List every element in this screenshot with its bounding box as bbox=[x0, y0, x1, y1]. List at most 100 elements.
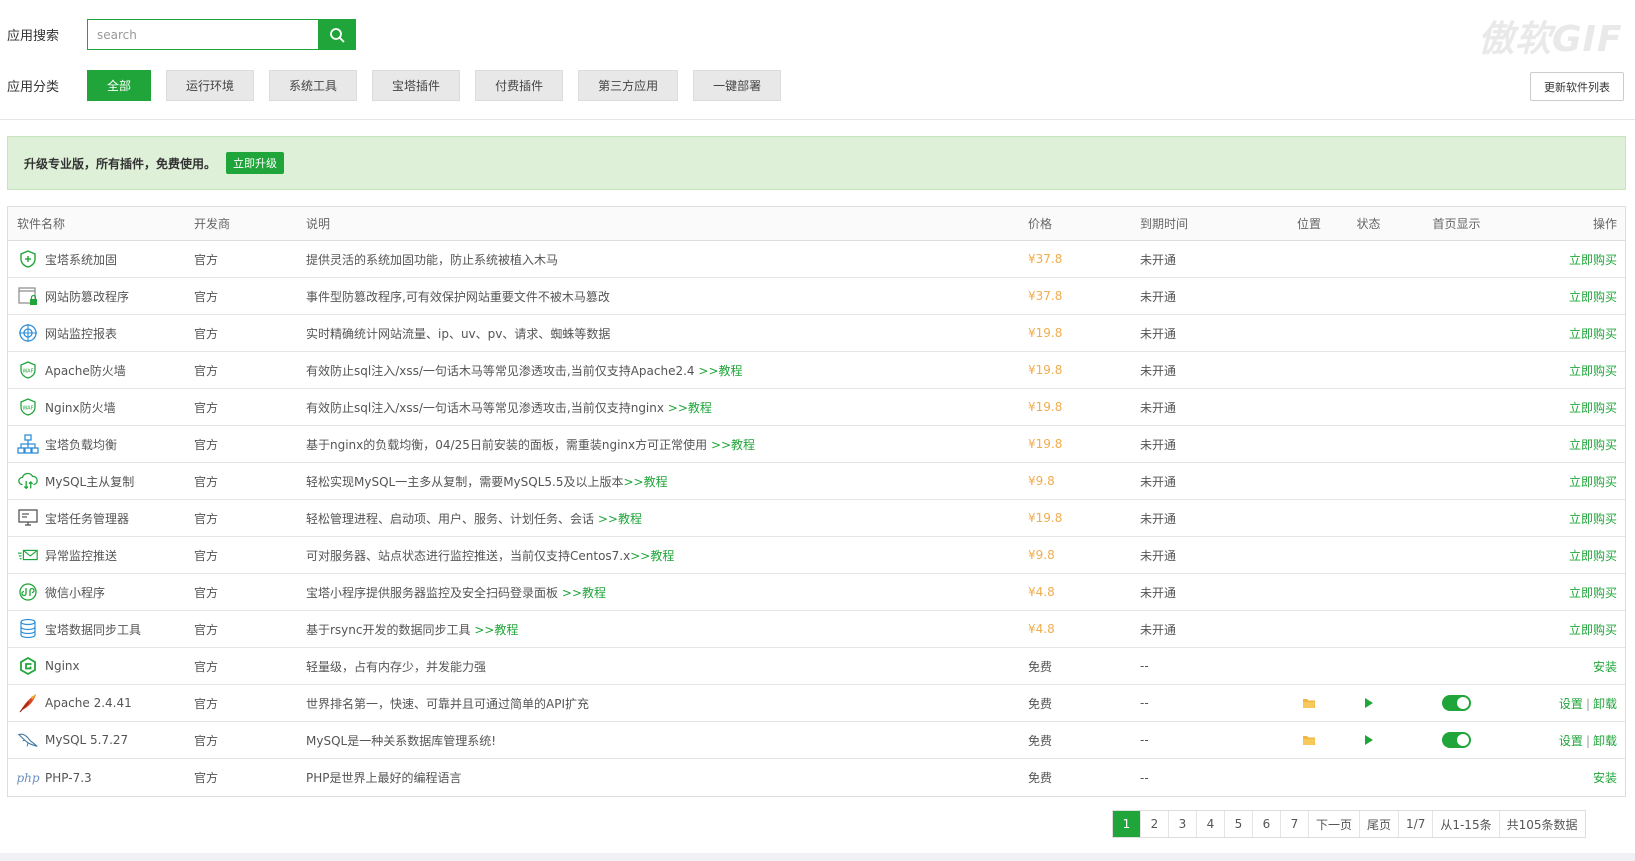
description: 轻量级，占有内存少，并发能力强 bbox=[306, 659, 487, 674]
table-row: Apache 2.4.41 官方 世界排名第一，快速、可靠并且可通过简单的API扩充… bbox=[8, 685, 1625, 722]
price: ¥19.8 bbox=[1028, 400, 1063, 414]
play-icon[interactable] bbox=[1364, 734, 1374, 746]
tutorial-link[interactable]: >>教程 bbox=[624, 475, 668, 489]
price: ¥9.8 bbox=[1028, 548, 1055, 562]
operation-link[interactable]: 设置 bbox=[1559, 697, 1583, 711]
price: ¥4.8 bbox=[1028, 622, 1055, 636]
description-cell: 基于rsync开发的数据同步工具 >>教程 bbox=[306, 621, 1028, 638]
watermark: 傲软GIF bbox=[1478, 19, 1623, 60]
send-mail-icon bbox=[17, 544, 39, 566]
tutorial-link[interactable]: >>教程 bbox=[711, 438, 755, 452]
operation-link[interactable]: 立即购买 bbox=[1569, 290, 1617, 304]
operation-cell: 立即购买 bbox=[1515, 251, 1625, 268]
table-row: 宝塔数据同步工具 官方 基于rsync开发的数据同步工具 >>教程 ¥4.8 未开通 立即… bbox=[8, 611, 1625, 648]
tutorial-link[interactable]: >>教程 bbox=[474, 623, 518, 637]
operation-link[interactable]: 立即购买 bbox=[1569, 438, 1617, 452]
table-header: 软件名称 开发商 说明 价格 到期时间 位置 状态 首页显示 操作 bbox=[8, 207, 1625, 241]
range-indicator: 从1-15条 bbox=[1433, 811, 1500, 837]
operation-link[interactable]: 立即购买 bbox=[1569, 549, 1617, 563]
category-tab[interactable]: 系统工具 bbox=[269, 70, 358, 101]
expire-time: 未开通 bbox=[1140, 400, 1177, 415]
operation-link[interactable]: 安装 bbox=[1593, 771, 1617, 785]
upgrade-now-button[interactable]: 立即升级 bbox=[226, 152, 285, 174]
update-software-list-button[interactable]: 更新软件列表 bbox=[1530, 72, 1624, 101]
description: PHP是世界上最好的编程语言 bbox=[306, 771, 462, 785]
operation-link[interactable]: 立即购买 bbox=[1569, 475, 1617, 489]
category-tab[interactable]: 第三方应用 bbox=[578, 70, 679, 101]
operation-link[interactable]: 立即购买 bbox=[1569, 586, 1617, 600]
software-name-cell: 宝塔任务管理器 bbox=[8, 507, 194, 529]
software-name: Nginx防火墙 bbox=[45, 400, 116, 415]
svg-text:WAF: WAF bbox=[23, 406, 34, 412]
operation-cell: 立即购买 bbox=[1515, 473, 1625, 490]
category-tab[interactable]: 宝塔插件 bbox=[372, 70, 461, 101]
mysql-dolphin-icon bbox=[17, 729, 39, 751]
status-cell bbox=[1339, 734, 1398, 746]
category-tab[interactable]: 付费插件 bbox=[475, 70, 564, 101]
operation-link[interactable]: 立即购买 bbox=[1569, 401, 1617, 415]
software-name: 网站防篡改程序 bbox=[45, 289, 130, 304]
divider bbox=[0, 119, 1635, 120]
next-page-button[interactable]: 下一页 bbox=[1309, 811, 1361, 837]
description: 世界排名第一，快速、可靠并且可通过简单的API扩充 bbox=[306, 696, 589, 711]
tutorial-link[interactable]: >>教程 bbox=[668, 401, 712, 415]
tutorial-link[interactable]: >>教程 bbox=[598, 512, 642, 526]
operation-link[interactable]: 立即购买 bbox=[1569, 512, 1617, 526]
operation-link[interactable]: 卸载 bbox=[1593, 697, 1617, 711]
developer: 官方 bbox=[194, 363, 219, 378]
operation-link[interactable]: 立即购买 bbox=[1569, 327, 1617, 341]
description: 基于nginx的负载均衡，04/25日前安装的面板，需重装nginx方可正常使用 bbox=[306, 437, 711, 452]
software-name: 异常监控推送 bbox=[45, 548, 118, 563]
folder-icon[interactable] bbox=[1302, 734, 1316, 746]
description-cell: 轻量级，占有内存少，并发能力强 bbox=[306, 658, 1028, 675]
tutorial-link[interactable]: >>教程 bbox=[562, 586, 606, 600]
expire-time: 未开通 bbox=[1140, 252, 1177, 267]
homepage-display-toggle[interactable] bbox=[1442, 695, 1471, 711]
page-number[interactable]: 5 bbox=[1225, 811, 1253, 837]
homepage-display-toggle[interactable] bbox=[1442, 732, 1471, 748]
developer: 官方 bbox=[194, 474, 219, 489]
tutorial-link[interactable]: >>教程 bbox=[630, 549, 674, 563]
globe-target-icon bbox=[17, 322, 39, 344]
homepage-display-cell bbox=[1398, 732, 1515, 748]
expire-time: -- bbox=[1140, 696, 1149, 710]
operation-link[interactable]: 设置 bbox=[1559, 734, 1583, 748]
expire-time: 未开通 bbox=[1140, 363, 1177, 378]
location-cell bbox=[1279, 734, 1339, 746]
operation-link[interactable]: 立即购买 bbox=[1569, 253, 1617, 267]
expire-time: -- bbox=[1140, 770, 1149, 785]
operation-link[interactable]: 立即购买 bbox=[1569, 364, 1617, 378]
operation-cell: 立即购买 bbox=[1515, 547, 1625, 564]
developer: 官方 bbox=[194, 326, 219, 341]
last-page-button[interactable]: 尾页 bbox=[1360, 811, 1400, 837]
page-number[interactable]: 1 bbox=[1113, 811, 1141, 837]
folder-icon[interactable] bbox=[1302, 697, 1316, 709]
description: 提供灵活的系统加固功能，防止系统被植入木马 bbox=[306, 252, 559, 267]
search-input[interactable] bbox=[87, 19, 318, 50]
page-number[interactable]: 3 bbox=[1169, 811, 1197, 837]
expire-time: -- bbox=[1140, 659, 1149, 673]
operation-link[interactable]: 立即购买 bbox=[1569, 623, 1617, 637]
category-tab[interactable]: 全部 bbox=[87, 70, 152, 101]
description-cell: 世界排名第一，快速、可靠并且可通过简单的API扩充 bbox=[306, 695, 1028, 712]
page-number[interactable]: 6 bbox=[1253, 811, 1281, 837]
page-number[interactable]: 2 bbox=[1141, 811, 1169, 837]
operation-cell: 安装 bbox=[1515, 658, 1625, 675]
operation-link[interactable]: 卸载 bbox=[1593, 734, 1617, 748]
category-tab[interactable]: 一键部署 bbox=[693, 70, 782, 101]
operation-link[interactable]: 安装 bbox=[1593, 660, 1617, 674]
page-number[interactable]: 7 bbox=[1281, 811, 1309, 837]
search-button[interactable] bbox=[318, 19, 356, 50]
description-cell: 轻松实现MySQL一主多从复制，需要MySQL5.5及以上版本>>教程 bbox=[306, 473, 1028, 490]
page-number[interactable]: 4 bbox=[1197, 811, 1225, 837]
database-sync-icon bbox=[17, 618, 39, 640]
play-icon[interactable] bbox=[1364, 697, 1374, 709]
software-name: 宝塔任务管理器 bbox=[45, 511, 130, 526]
tutorial-link[interactable]: >>教程 bbox=[698, 364, 742, 378]
description: 轻松管理进程、启动项、用户、服务、计划任务、会话 bbox=[306, 511, 598, 526]
category-tab[interactable]: 运行环境 bbox=[166, 70, 255, 101]
operation-cell: 立即购买 bbox=[1515, 584, 1625, 601]
description: 基于rsync开发的数据同步工具 bbox=[306, 622, 475, 637]
description-cell: MySQL是一种关系数据库管理系统! bbox=[306, 732, 1028, 749]
op-separator: | bbox=[1585, 733, 1590, 748]
